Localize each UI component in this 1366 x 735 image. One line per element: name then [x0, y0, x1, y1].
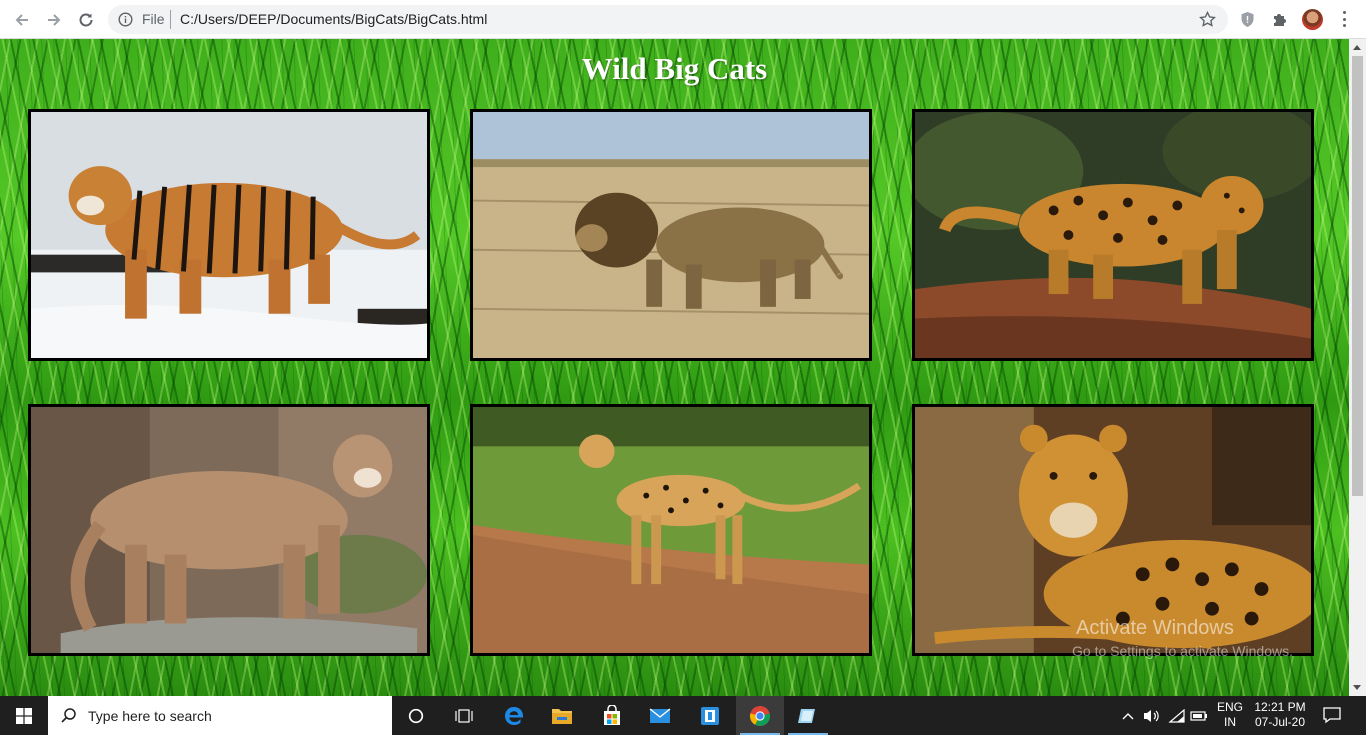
speaker-icon: [1144, 710, 1159, 722]
shield-extension-button[interactable]: [1236, 8, 1258, 30]
notification-icon: [1323, 707, 1341, 724]
menu-dot-icon: [1342, 17, 1346, 21]
taskbar-search-box[interactable]: Type here to search: [48, 696, 392, 735]
edge-icon: [505, 706, 523, 725]
volume-button[interactable]: [1143, 707, 1161, 725]
cheetah-image: [470, 404, 872, 656]
app-taskbar-button[interactable]: [686, 696, 734, 735]
back-button[interactable]: [8, 6, 36, 34]
task-view-button[interactable]: [440, 696, 488, 735]
tiger-image: [28, 109, 430, 361]
clock-time: 12:21 PM: [1254, 700, 1306, 714]
extensions-button[interactable]: [1268, 8, 1290, 30]
menu-dot-icon: [1342, 11, 1346, 14]
info-icon[interactable]: [118, 12, 133, 27]
app-window-icon: [701, 706, 719, 725]
edge-taskbar-button[interactable]: [490, 696, 538, 735]
windows-logo-icon: [16, 707, 32, 724]
input-language-indicator[interactable]: ENG IN: [1214, 700, 1246, 730]
scroll-thumb[interactable]: [1352, 56, 1363, 496]
profile-avatar[interactable]: [1302, 9, 1323, 30]
page-viewport: Wild Big Cats Activate Windows Go to Set…: [0, 39, 1349, 696]
show-hidden-icons-button[interactable]: [1119, 707, 1137, 725]
reload-button[interactable]: [72, 6, 100, 34]
back-arrow-icon: [15, 14, 28, 26]
mail-icon: [649, 707, 671, 723]
editor-taskbar-button[interactable]: [784, 696, 832, 735]
cortana-button[interactable]: [392, 696, 440, 735]
scroll-up-arrow-icon[interactable]: [1353, 45, 1361, 50]
file-explorer-taskbar-button[interactable]: [538, 696, 586, 735]
mail-taskbar-button[interactable]: [636, 696, 684, 735]
wifi-icon: [1168, 709, 1185, 723]
action-center-button[interactable]: [1323, 706, 1341, 724]
store-taskbar-button[interactable]: [588, 696, 636, 735]
battery-button[interactable]: [1190, 707, 1208, 725]
url-separator: [170, 10, 171, 29]
clock[interactable]: 12:21 PM 07-Jul-20: [1250, 700, 1310, 730]
shield-icon: [1241, 11, 1253, 27]
clock-date: 07-Jul-20: [1254, 715, 1306, 729]
address-bar[interactable]: File C:/Users/DEEP/Documents/BigCats/Big…: [108, 5, 1228, 34]
cortana-icon: [408, 708, 424, 723]
scroll-down-arrow-icon[interactable]: [1353, 685, 1361, 690]
leopard-image: [912, 109, 1314, 361]
vertical-scrollbar[interactable]: [1349, 39, 1366, 696]
browser-toolbar: File C:/Users/DEEP/Documents/BigCats/Big…: [0, 0, 1366, 39]
task-view-icon: [455, 708, 473, 723]
page-title: Wild Big Cats: [581, 51, 768, 86]
windows-taskbar: Type here to search ENG IN 12:21 PM 07-J…: [0, 696, 1366, 735]
network-button[interactable]: [1168, 707, 1186, 725]
chrome-taskbar-button[interactable]: [736, 696, 784, 735]
url-scheme-label: File: [142, 11, 165, 27]
chevron-up-icon: [1122, 713, 1134, 720]
search-placeholder: Type here to search: [88, 708, 212, 724]
url-text[interactable]: C:/Users/DEEP/Documents/BigCats/BigCats.…: [180, 11, 487, 27]
start-button[interactable]: [0, 696, 48, 735]
activate-windows-title: Activate Windows: [1076, 617, 1234, 639]
browser-menu-button[interactable]: [1336, 9, 1352, 29]
region-code: IN: [1224, 715, 1236, 729]
search-icon: [61, 708, 76, 723]
bookmark-star-icon[interactable]: [1199, 11, 1216, 28]
language-code: ENG: [1216, 700, 1243, 714]
forward-button[interactable]: [40, 6, 68, 34]
folder-icon: [552, 708, 572, 724]
chrome-icon: [749, 705, 771, 726]
activate-windows-subtitle: Go to Settings to activate Windows.: [1072, 643, 1293, 659]
store-bag-icon: [604, 704, 620, 725]
editor-icon: [798, 708, 815, 723]
reload-icon: [79, 13, 93, 27]
cougar-image: [28, 404, 430, 656]
puzzle-icon: [1273, 13, 1286, 26]
menu-dot-icon: [1342, 24, 1346, 27]
battery-icon: [1190, 711, 1207, 721]
forward-arrow-icon: [48, 14, 61, 26]
lion-image: [470, 109, 872, 361]
